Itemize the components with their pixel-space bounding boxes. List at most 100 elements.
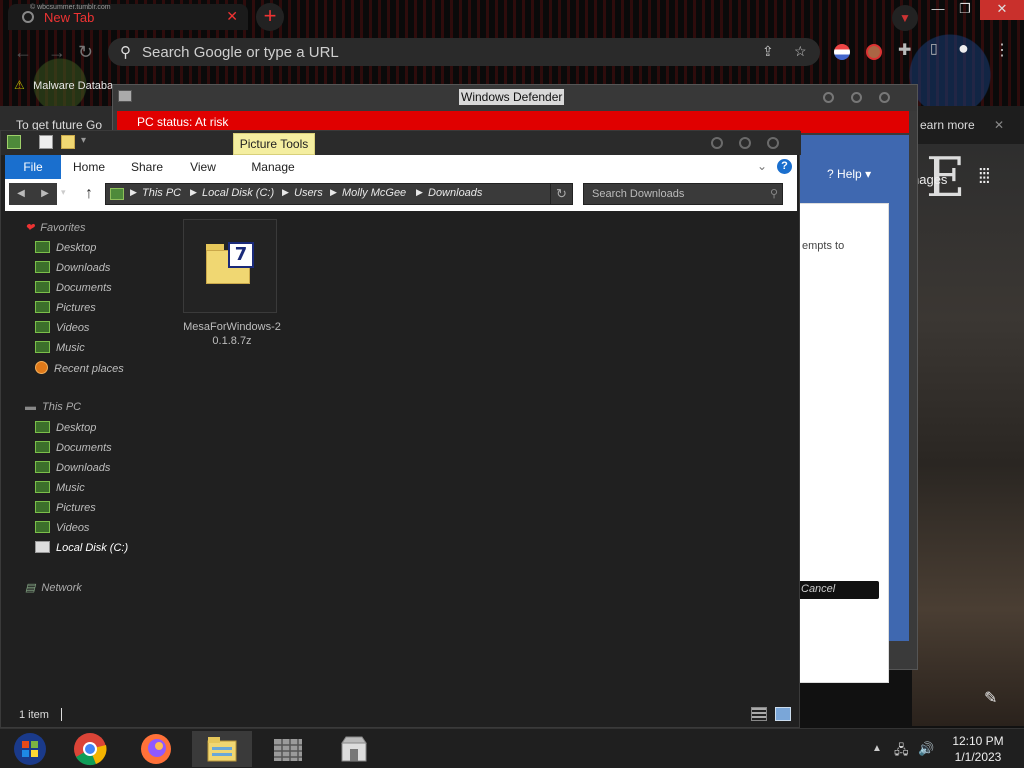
file-item[interactable]: 7 MesaForWindows-20.1.8.7z xyxy=(183,219,281,347)
help-dropdown-icon: ▾ xyxy=(865,167,872,181)
desktop-icon xyxy=(35,241,50,253)
defender-minimize-icon[interactable] xyxy=(823,92,834,103)
breadcrumb-separator-icon[interactable]: ▶ xyxy=(130,187,137,198)
address-bar[interactable]: ▶ This PC ▶ Local Disk (C:) ▶ Users ▶ Mo… xyxy=(105,183,573,205)
properties-icon[interactable] xyxy=(39,135,53,149)
breadcrumb-users[interactable]: Users xyxy=(294,187,323,199)
defender-maximize-icon[interactable] xyxy=(851,92,862,103)
nav-back-icon[interactable]: ◀ xyxy=(9,183,33,205)
taskbar-app-grid[interactable] xyxy=(258,731,318,767)
show-hidden-icons-icon[interactable]: ▲ xyxy=(872,743,882,754)
tab-search-chevron-icon[interactable]: ▼ xyxy=(892,5,918,31)
tab-view[interactable]: View xyxy=(179,155,227,179)
nav-favorites[interactable]: ❤ Favorites xyxy=(25,221,85,239)
sidebar-item-pictures[interactable]: Pictures xyxy=(35,301,96,319)
explorer-close-icon[interactable] xyxy=(767,137,779,149)
large-icons-view-icon[interactable] xyxy=(775,707,791,721)
refresh-icon[interactable]: ↻ xyxy=(550,184,572,204)
search-icon[interactable]: ⚲ xyxy=(770,187,778,200)
defender-close-icon[interactable] xyxy=(879,92,890,103)
profile-icon[interactable]: ● xyxy=(958,38,969,59)
bookmark-malware-database[interactable]: ⚠ Malware Databa xyxy=(14,78,113,92)
sidebar-item-local-disk[interactable]: Local Disk (C:) xyxy=(35,541,128,559)
tab-file[interactable]: File xyxy=(5,155,61,179)
tab-share[interactable]: Share xyxy=(121,155,173,179)
sidebar-item-pc-downloads[interactable]: Downloads xyxy=(35,461,110,479)
details-view-icon[interactable] xyxy=(751,707,767,721)
extension-flag-icon[interactable] xyxy=(834,44,850,60)
start-button[interactable] xyxy=(0,731,60,767)
side-panel-icon[interactable]: ▯ xyxy=(930,40,938,57)
breadcrumb-separator-icon[interactable]: ▶ xyxy=(190,187,197,198)
learn-more-link[interactable]: earn more xyxy=(920,118,975,132)
taskbar-chrome[interactable] xyxy=(60,731,120,767)
sidebar-item-videos[interactable]: Videos xyxy=(35,321,89,339)
recent-locations-icon[interactable]: ▾ xyxy=(61,187,66,198)
tab-new-tab[interactable]: © wbcsummer.tumblr.com New Tab ✕ xyxy=(8,4,248,30)
breadcrumb-local-disk[interactable]: Local Disk (C:) xyxy=(202,187,274,199)
breadcrumb-separator-icon[interactable]: ▶ xyxy=(416,187,423,198)
help-icon[interactable]: ? xyxy=(777,159,792,174)
back-arrow-icon[interactable]: ← xyxy=(14,42,32,63)
new-tab-button[interactable]: + xyxy=(256,3,284,31)
explorer-app-icon[interactable] xyxy=(7,135,21,149)
sidebar-item-music[interactable]: Music xyxy=(35,341,85,359)
navigation-pane: ❤ Favorites Desktop Downloads Documents P… xyxy=(1,215,171,695)
clock[interactable]: 12:10 PM 1/1/2023 xyxy=(946,733,1010,765)
sidebar-item-documents[interactable]: Documents xyxy=(35,281,112,299)
sidebar-item-pc-music[interactable]: Music xyxy=(35,481,85,499)
taskbar-file-explorer[interactable] xyxy=(192,731,252,767)
explorer-maximize-icon[interactable] xyxy=(739,137,751,149)
file-list: 7 MesaForWindows-20.1.8.7z xyxy=(181,215,791,699)
forward-arrow-icon[interactable]: → xyxy=(48,42,66,63)
breadcrumb-molly-mcgee[interactable]: Molly McGee xyxy=(342,187,406,199)
search-box[interactable]: ⚲ xyxy=(583,183,783,205)
taskbar-firefox[interactable] xyxy=(126,731,186,767)
sidebar-item-pc-pictures[interactable]: Pictures xyxy=(35,501,96,519)
help-menu[interactable]: ? Help ▾ xyxy=(827,167,871,181)
sidebar-item-pc-desktop[interactable]: Desktop xyxy=(35,421,96,439)
bookmark-star-icon[interactable]: ☆ xyxy=(794,43,807,60)
volume-icon[interactable]: 🔊 xyxy=(918,741,934,757)
app-grid-icon xyxy=(274,739,302,761)
nav-network[interactable]: ▤ Network xyxy=(25,581,82,599)
menu-dots-icon[interactable]: ⋮ xyxy=(994,40,1010,60)
breadcrumb-downloads[interactable]: Downloads xyxy=(428,187,482,199)
banner-close-icon[interactable]: ✕ xyxy=(994,118,1004,132)
tab-close-icon[interactable]: ✕ xyxy=(226,8,238,25)
tab-home[interactable]: Home xyxy=(65,155,113,179)
sidebar-item-downloads[interactable]: Downloads xyxy=(35,261,110,279)
explorer-minimize-icon[interactable] xyxy=(711,137,723,149)
learn-more-banner: earn more ✕ xyxy=(908,106,1024,144)
minimize-button[interactable]: — xyxy=(928,0,948,20)
breadcrumb-separator-icon[interactable]: ▶ xyxy=(282,187,289,198)
network-tray-icon[interactable]: 🖧 xyxy=(894,741,909,763)
breadcrumb-separator-icon[interactable]: ▶ xyxy=(330,187,337,198)
close-window-button[interactable]: ✕ xyxy=(980,0,1024,20)
nav-forward-icon[interactable]: ▶ xyxy=(33,183,57,205)
reload-icon[interactable]: ↻ xyxy=(78,42,93,63)
apps-grid-icon[interactable]: ⁞⁞⁞ xyxy=(978,166,991,189)
sidebar-item-pc-documents[interactable]: Documents xyxy=(35,441,112,459)
omnibox[interactable]: ⚲ Search Google or type a URL ⇪ ☆ xyxy=(108,38,820,66)
file-name: MesaForWindows-20.1.8.7z xyxy=(183,321,281,347)
customize-pencil-icon[interactable]: ✎ xyxy=(984,688,997,708)
share-icon[interactable]: ⇪ xyxy=(762,43,774,60)
qat-dropdown-icon[interactable]: ▾ xyxy=(81,135,86,146)
sidebar-item-pc-videos[interactable]: Videos xyxy=(35,521,89,539)
nav-label: Desktop xyxy=(56,242,97,254)
nav-this-pc[interactable]: ▬ This PC xyxy=(25,401,81,419)
new-folder-icon[interactable] xyxy=(61,135,75,149)
restore-button[interactable]: ❐ xyxy=(954,0,976,20)
sidebar-item-recent-places[interactable]: Recent places xyxy=(35,361,124,379)
taskbar-store[interactable] xyxy=(324,731,384,767)
breadcrumb-this-pc[interactable]: This PC xyxy=(142,187,181,199)
extension-avatar-icon[interactable] xyxy=(866,44,882,60)
extensions-puzzle-icon[interactable]: ✚ xyxy=(898,40,911,60)
tab-manage[interactable]: Manage xyxy=(239,155,307,179)
search-input[interactable] xyxy=(584,184,760,204)
expand-ribbon-chevron-icon[interactable]: ⌄ xyxy=(757,159,767,173)
cancel-button[interactable]: Cancel xyxy=(797,581,879,599)
sidebar-item-desktop[interactable]: Desktop xyxy=(35,241,96,259)
up-arrow-icon[interactable]: ↑ xyxy=(85,185,93,203)
